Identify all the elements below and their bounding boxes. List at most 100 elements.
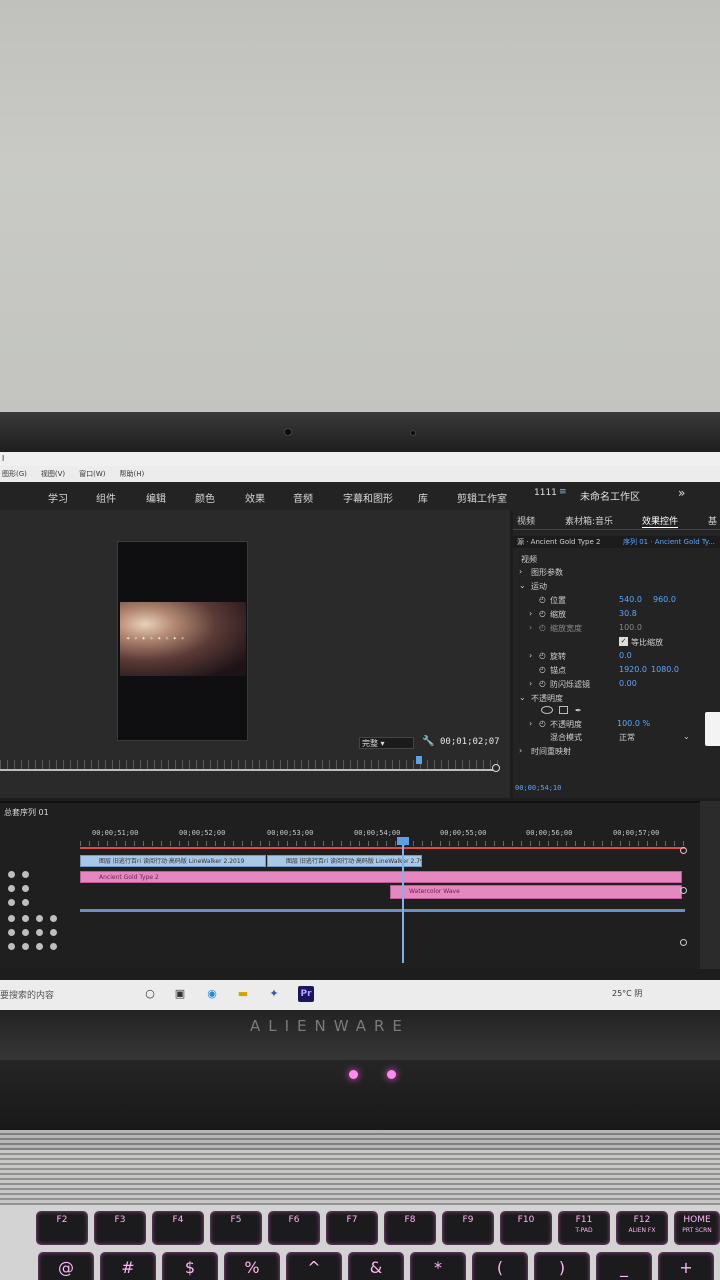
- mute-icon[interactable]: [8, 915, 15, 922]
- tab-custom-workspace[interactable]: 未命名工作区: [580, 488, 640, 503]
- key-f11[interactable]: F11 T-PAD: [558, 1211, 610, 1245]
- lock-icon[interactable]: [22, 885, 29, 892]
- playhead-handle[interactable]: [397, 837, 409, 845]
- chevron-right-icon[interactable]: ›: [529, 623, 532, 632]
- effect-time-remap[interactable]: › 时间重映射: [513, 745, 720, 758]
- stopwatch-icon[interactable]: ◴: [539, 609, 546, 618]
- key-0[interactable]: ): [534, 1252, 590, 1280]
- premiere-pro-icon[interactable]: Pr: [298, 986, 314, 1002]
- wrench-icon[interactable]: 🔧: [422, 736, 434, 747]
- effect-opacity[interactable]: ⌄ 不透明度: [513, 692, 720, 705]
- rect-mask-icon[interactable]: [559, 706, 568, 714]
- menu-item-window[interactable]: 窗口(W): [79, 466, 105, 482]
- tab-color[interactable]: 颜色: [195, 490, 215, 505]
- anti-flicker-value[interactable]: 0.00: [619, 679, 637, 688]
- tab-edit-studio[interactable]: 剪辑工作室: [457, 490, 507, 505]
- menu-item-help[interactable]: 帮助(H): [120, 466, 145, 482]
- effect-motion[interactable]: ⌄ 运动: [513, 580, 720, 593]
- tab-captions-graphics[interactable]: 字幕和图形: [343, 490, 393, 505]
- stopwatch-icon[interactable]: ◴: [539, 623, 546, 632]
- tab-video[interactable]: 视频: [517, 514, 535, 527]
- key-3[interactable]: #: [100, 1252, 156, 1280]
- anchor-y-value[interactable]: 1080.0: [651, 665, 679, 674]
- tab-effects[interactable]: 效果: [245, 490, 265, 505]
- position-y-value[interactable]: 960.0: [653, 595, 676, 604]
- lock-icon[interactable]: [22, 871, 29, 878]
- chevron-right-icon[interactable]: ›: [529, 609, 532, 618]
- stopwatch-icon[interactable]: ◴: [539, 595, 546, 604]
- key-home[interactable]: HOME PRT SCRN: [674, 1211, 720, 1245]
- taskbar-search[interactable]: 要搜索的内容: [0, 988, 54, 1001]
- record-icon[interactable]: [36, 915, 43, 922]
- effect-graphic-params[interactable]: › 图形参数: [513, 566, 720, 579]
- monitor-zoom-handle[interactable]: [492, 764, 500, 772]
- key-f2[interactable]: F2: [36, 1211, 88, 1245]
- clip-ancient-gold[interactable]: Ancient Gold Type 2: [80, 871, 682, 883]
- key-f4[interactable]: F4: [152, 1211, 204, 1245]
- key-8[interactable]: *: [410, 1252, 466, 1280]
- zoom-handle-top[interactable]: [680, 847, 687, 854]
- key-2[interactable]: @: [38, 1252, 94, 1280]
- task-view-icon[interactable]: ○: [142, 986, 158, 1002]
- key-6[interactable]: ^: [286, 1252, 342, 1280]
- chevron-down-icon[interactable]: ⌄: [519, 581, 526, 590]
- eye-icon[interactable]: [8, 871, 15, 878]
- uniform-scale-checkbox[interactable]: ✓: [619, 637, 628, 646]
- solo-icon[interactable]: [22, 943, 29, 950]
- key-f9[interactable]: F9: [442, 1211, 494, 1245]
- chevron-right-icon[interactable]: ›: [529, 719, 532, 728]
- stopwatch-icon[interactable]: ◴: [539, 651, 546, 660]
- workspace-menu-icon[interactable]: ≡: [559, 487, 567, 497]
- sequence-tab[interactable]: 总套序列 01: [4, 807, 49, 818]
- chevron-right-icon[interactable]: ›: [519, 567, 522, 576]
- file-explorer-icon[interactable]: ▬: [235, 986, 251, 1002]
- ellipse-mask-icon[interactable]: [541, 706, 553, 714]
- clip-title-1[interactable]: 图层 旧逃行百ri 读阅行动·高码版 LineWalker 2.2019: [80, 855, 266, 867]
- key-7[interactable]: &: [348, 1252, 404, 1280]
- opacity-value[interactable]: 100.0 %: [617, 719, 650, 728]
- clip-title-2[interactable]: 图层 旧逃行百ri 读阅行动·高码版 LineWalker 2.79: [267, 855, 422, 867]
- monitor-scrub-bar[interactable]: [0, 769, 498, 771]
- key-5[interactable]: %: [224, 1252, 280, 1280]
- solo-icon[interactable]: [22, 915, 29, 922]
- mic-icon[interactable]: [50, 929, 57, 936]
- weather-widget[interactable]: 25°C 阴: [612, 988, 642, 999]
- widgets-icon[interactable]: ▣: [172, 986, 188, 1002]
- fit-select[interactable]: 完整 ▾: [359, 737, 414, 749]
- blend-mode-select[interactable]: 正常: [619, 732, 635, 743]
- key-9[interactable]: (: [472, 1252, 528, 1280]
- pen-mask-icon[interactable]: ✒: [575, 706, 582, 715]
- key-minus[interactable]: _: [596, 1252, 652, 1280]
- chevron-down-icon[interactable]: ⌄: [683, 732, 690, 741]
- tab-assembly[interactable]: 组件: [96, 490, 116, 505]
- lock-icon[interactable]: [22, 899, 29, 906]
- record-icon[interactable]: [36, 943, 43, 950]
- more-workspaces-button[interactable]: »: [678, 486, 685, 500]
- key-4[interactable]: $: [162, 1252, 218, 1280]
- key-f6[interactable]: F6: [268, 1211, 320, 1245]
- eye-icon[interactable]: [8, 885, 15, 892]
- app-icon[interactable]: ✦: [266, 986, 282, 1002]
- chevron-right-icon[interactable]: ›: [529, 651, 532, 660]
- key-equals[interactable]: +: [658, 1252, 714, 1280]
- source-clip-name[interactable]: 源 · Ancient Gold Type 2: [517, 537, 600, 547]
- chevron-right-icon[interactable]: ›: [519, 746, 522, 755]
- key-f10[interactable]: F10: [500, 1211, 552, 1245]
- key-f12[interactable]: F12 ALIEN FX: [616, 1211, 668, 1245]
- scale-value[interactable]: 30.8: [619, 609, 637, 618]
- stopwatch-icon[interactable]: ◴: [539, 665, 546, 674]
- mic-icon[interactable]: [50, 915, 57, 922]
- tab-learn[interactable]: 学习: [48, 490, 68, 505]
- anchor-x-value[interactable]: 1920.0: [619, 665, 647, 674]
- position-x-value[interactable]: 540.0: [619, 595, 642, 604]
- record-icon[interactable]: [36, 929, 43, 936]
- tab-bin-music[interactable]: 素材箱:音乐: [565, 514, 613, 527]
- chevron-down-icon[interactable]: ⌄: [519, 693, 526, 702]
- scale-width-value[interactable]: 100.0: [619, 623, 642, 632]
- clip-watercolor-wave[interactable]: Watercolor Wave: [390, 885, 682, 899]
- zoom-handle-bottom[interactable]: [680, 939, 687, 946]
- stopwatch-icon[interactable]: ◴: [539, 719, 546, 728]
- mute-icon[interactable]: [8, 929, 15, 936]
- key-f7[interactable]: F7: [326, 1211, 378, 1245]
- tab-effect-controls[interactable]: 效果控件: [642, 514, 679, 528]
